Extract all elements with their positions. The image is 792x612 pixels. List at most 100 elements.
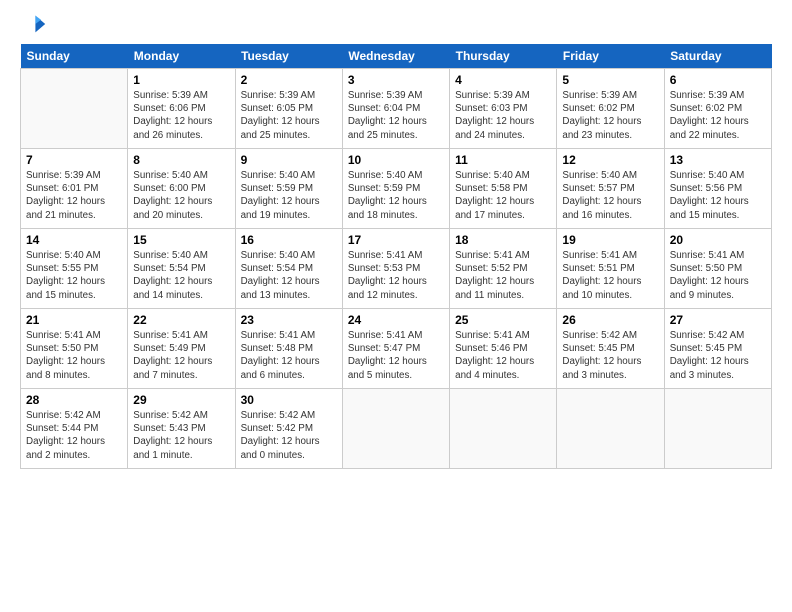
calendar-cell: 21 Sunrise: 5:41 AM Sunset: 5:50 PM Dayli…	[21, 309, 128, 389]
calendar-cell: 2 Sunrise: 5:39 AM Sunset: 6:05 PM Daylig…	[235, 69, 342, 149]
day-number: 23	[241, 313, 337, 327]
day-info: Sunrise: 5:41 AM Sunset: 5:49 PM Dayligh…	[133, 329, 229, 382]
day-info: Sunrise: 5:41 AM Sunset: 5:53 PM Dayligh…	[348, 249, 444, 302]
day-info: Sunrise: 5:39 AM Sunset: 6:03 PM Dayligh…	[455, 89, 551, 142]
day-number: 6	[670, 73, 766, 87]
day-info: Sunrise: 5:39 AM Sunset: 6:06 PM Dayligh…	[133, 89, 229, 142]
calendar-week-3: 14 Sunrise: 5:40 AM Sunset: 5:55 PM Dayli…	[21, 229, 772, 309]
calendar-cell: 1Sunrise: 5:39 AM Sunset: 6:06 PM Daylig…	[128, 69, 235, 149]
calendar-cell: 14 Sunrise: 5:40 AM Sunset: 5:55 PM Dayli…	[21, 229, 128, 309]
page: SundayMondayTuesdayWednesdayThursdayFrid…	[0, 0, 792, 612]
day-info: Sunrise: 5:40 AM Sunset: 5:59 PM Dayligh…	[241, 169, 337, 222]
day-number: 14	[26, 233, 122, 247]
header-saturday: Saturday	[664, 44, 771, 69]
day-info: Sunrise: 5:39 AM Sunset: 6:01 PM Dayligh…	[26, 169, 122, 222]
calendar-cell: 23Sunrise: 5:41 AM Sunset: 5:48 PM Dayli…	[235, 309, 342, 389]
day-number: 5	[562, 73, 658, 87]
day-info: Sunrise: 5:42 AM Sunset: 5:43 PM Dayligh…	[133, 409, 229, 462]
day-number: 4	[455, 73, 551, 87]
day-info: Sunrise: 5:40 AM Sunset: 5:59 PM Dayligh…	[348, 169, 444, 222]
day-info: Sunrise: 5:41 AM Sunset: 5:50 PM Dayligh…	[670, 249, 766, 302]
day-number: 17	[348, 233, 444, 247]
calendar-cell: 18 Sunrise: 5:41 AM Sunset: 5:52 PM Dayli…	[450, 229, 557, 309]
day-info: Sunrise: 5:41 AM Sunset: 5:51 PM Dayligh…	[562, 249, 658, 302]
calendar-cell	[664, 389, 771, 469]
calendar-cell: 10 Sunrise: 5:40 AM Sunset: 5:59 PM Dayli…	[342, 149, 449, 229]
day-number: 18	[455, 233, 551, 247]
calendar-cell: 13 Sunrise: 5:40 AM Sunset: 5:56 PM Dayli…	[664, 149, 771, 229]
day-info: Sunrise: 5:42 AM Sunset: 5:45 PM Dayligh…	[562, 329, 658, 382]
day-info: Sunrise: 5:40 AM Sunset: 5:54 PM Dayligh…	[133, 249, 229, 302]
day-info: Sunrise: 5:41 AM Sunset: 5:47 PM Dayligh…	[348, 329, 444, 382]
calendar-cell: 12 Sunrise: 5:40 AM Sunset: 5:57 PM Dayli…	[557, 149, 664, 229]
day-info: Sunrise: 5:39 AM Sunset: 6:04 PM Dayligh…	[348, 89, 444, 142]
day-number: 3	[348, 73, 444, 87]
day-number: 2	[241, 73, 337, 87]
calendar-cell: 6 Sunrise: 5:39 AM Sunset: 6:02 PM Daylig…	[664, 69, 771, 149]
calendar-cell: 28Sunrise: 5:42 AM Sunset: 5:44 PM Dayli…	[21, 389, 128, 469]
day-number: 11	[455, 153, 551, 167]
day-number: 25	[455, 313, 551, 327]
calendar-cell: 3 Sunrise: 5:39 AM Sunset: 6:04 PM Daylig…	[342, 69, 449, 149]
logo	[20, 10, 52, 38]
calendar-cell: 29 Sunrise: 5:42 AM Sunset: 5:43 PM Dayli…	[128, 389, 235, 469]
day-info: Sunrise: 5:40 AM Sunset: 5:54 PM Dayligh…	[241, 249, 337, 302]
calendar-week-1: 1Sunrise: 5:39 AM Sunset: 6:06 PM Daylig…	[21, 69, 772, 149]
calendar-week-5: 28Sunrise: 5:42 AM Sunset: 5:44 PM Dayli…	[21, 389, 772, 469]
day-info: Sunrise: 5:42 AM Sunset: 5:44 PM Dayligh…	[26, 409, 122, 462]
day-number: 9	[241, 153, 337, 167]
day-info: Sunrise: 5:41 AM Sunset: 5:52 PM Dayligh…	[455, 249, 551, 302]
day-info: Sunrise: 5:42 AM Sunset: 5:42 PM Dayligh…	[241, 409, 337, 462]
calendar-cell: 22 Sunrise: 5:41 AM Sunset: 5:49 PM Dayli…	[128, 309, 235, 389]
day-number: 19	[562, 233, 658, 247]
calendar-cell: 19 Sunrise: 5:41 AM Sunset: 5:51 PM Dayli…	[557, 229, 664, 309]
day-info: Sunrise: 5:41 AM Sunset: 5:50 PM Dayligh…	[26, 329, 122, 382]
logo-icon	[20, 10, 48, 38]
calendar-table: SundayMondayTuesdayWednesdayThursdayFrid…	[20, 44, 772, 469]
header-wednesday: Wednesday	[342, 44, 449, 69]
day-number: 24	[348, 313, 444, 327]
calendar-cell: 30 Sunrise: 5:42 AM Sunset: 5:42 PM Dayli…	[235, 389, 342, 469]
day-number: 13	[670, 153, 766, 167]
calendar-header-row: SundayMondayTuesdayWednesdayThursdayFrid…	[21, 44, 772, 69]
calendar-cell	[450, 389, 557, 469]
calendar-cell: 20Sunrise: 5:41 AM Sunset: 5:50 PM Dayli…	[664, 229, 771, 309]
day-number: 10	[348, 153, 444, 167]
calendar-cell: 8Sunrise: 5:40 AM Sunset: 6:00 PM Daylig…	[128, 149, 235, 229]
day-info: Sunrise: 5:41 AM Sunset: 5:46 PM Dayligh…	[455, 329, 551, 382]
calendar-cell: 25 Sunrise: 5:41 AM Sunset: 5:46 PM Dayli…	[450, 309, 557, 389]
day-info: Sunrise: 5:39 AM Sunset: 6:02 PM Dayligh…	[670, 89, 766, 142]
day-info: Sunrise: 5:40 AM Sunset: 5:58 PM Dayligh…	[455, 169, 551, 222]
day-number: 16	[241, 233, 337, 247]
calendar-cell: 7 Sunrise: 5:39 AM Sunset: 6:01 PM Daylig…	[21, 149, 128, 229]
calendar-cell: 17 Sunrise: 5:41 AM Sunset: 5:53 PM Dayli…	[342, 229, 449, 309]
header-thursday: Thursday	[450, 44, 557, 69]
day-number: 12	[562, 153, 658, 167]
day-info: Sunrise: 5:39 AM Sunset: 6:02 PM Dayligh…	[562, 89, 658, 142]
header-monday: Monday	[128, 44, 235, 69]
day-number: 29	[133, 393, 229, 407]
calendar-week-2: 7 Sunrise: 5:39 AM Sunset: 6:01 PM Daylig…	[21, 149, 772, 229]
day-info: Sunrise: 5:40 AM Sunset: 5:56 PM Dayligh…	[670, 169, 766, 222]
day-number: 22	[133, 313, 229, 327]
calendar-cell: 15Sunrise: 5:40 AM Sunset: 5:54 PM Dayli…	[128, 229, 235, 309]
calendar-cell: 11 Sunrise: 5:40 AM Sunset: 5:58 PM Dayli…	[450, 149, 557, 229]
day-number: 26	[562, 313, 658, 327]
day-number: 7	[26, 153, 122, 167]
day-number: 30	[241, 393, 337, 407]
day-info: Sunrise: 5:40 AM Sunset: 5:55 PM Dayligh…	[26, 249, 122, 302]
day-info: Sunrise: 5:39 AM Sunset: 6:05 PM Dayligh…	[241, 89, 337, 142]
calendar-cell: 4 Sunrise: 5:39 AM Sunset: 6:03 PM Daylig…	[450, 69, 557, 149]
calendar-cell: 16 Sunrise: 5:40 AM Sunset: 5:54 PM Dayli…	[235, 229, 342, 309]
day-info: Sunrise: 5:40 AM Sunset: 5:57 PM Dayligh…	[562, 169, 658, 222]
calendar-cell: 5 Sunrise: 5:39 AM Sunset: 6:02 PM Daylig…	[557, 69, 664, 149]
calendar-cell	[21, 69, 128, 149]
day-info: Sunrise: 5:42 AM Sunset: 5:45 PM Dayligh…	[670, 329, 766, 382]
calendar-cell: 9 Sunrise: 5:40 AM Sunset: 5:59 PM Daylig…	[235, 149, 342, 229]
day-number: 27	[670, 313, 766, 327]
day-number: 21	[26, 313, 122, 327]
calendar-cell	[342, 389, 449, 469]
day-info: Sunrise: 5:40 AM Sunset: 6:00 PM Dayligh…	[133, 169, 229, 222]
calendar-cell: 26 Sunrise: 5:42 AM Sunset: 5:45 PM Dayli…	[557, 309, 664, 389]
header-sunday: Sunday	[21, 44, 128, 69]
